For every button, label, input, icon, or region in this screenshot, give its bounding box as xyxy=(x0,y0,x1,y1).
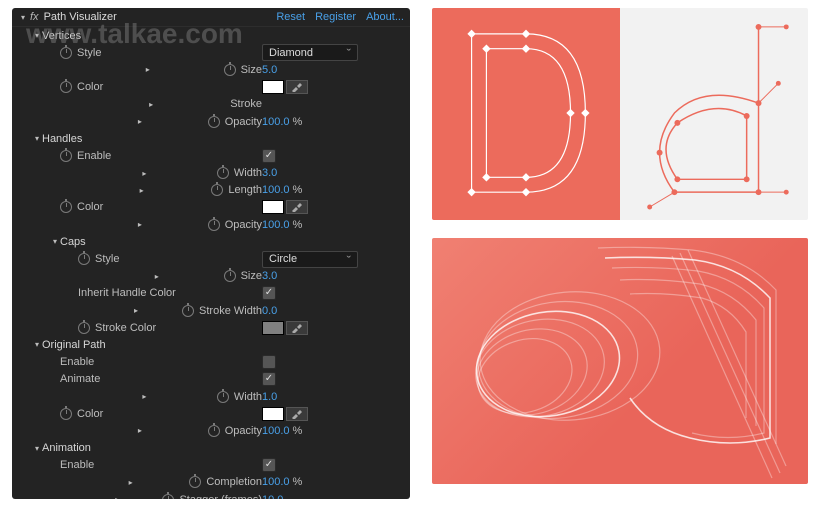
stopwatch-icon[interactable] xyxy=(60,81,72,93)
vertices-style-select[interactable]: Diamond xyxy=(262,44,358,61)
reset-link[interactable]: Reset xyxy=(276,11,305,23)
caps-strokecolor-swatch[interactable] xyxy=(262,321,284,335)
effect-title: Path Visualizer xyxy=(44,11,277,23)
origpath-opacity-value[interactable]: 100.0 xyxy=(262,425,290,437)
vertices-size-value[interactable]: 5.0 xyxy=(262,64,277,76)
eyedropper-icon[interactable] xyxy=(286,80,308,94)
handles-length-value[interactable]: 100.0 xyxy=(262,184,290,196)
eyedropper-icon[interactable] xyxy=(286,200,308,214)
anim-enable-checkbox[interactable] xyxy=(262,458,276,472)
caps-strokewidth-value[interactable]: 0.0 xyxy=(262,305,277,317)
caps-inherit-checkbox[interactable] xyxy=(262,286,276,300)
twirl-size[interactable] xyxy=(72,65,224,75)
stopwatch-icon[interactable] xyxy=(60,47,72,59)
stopwatch-icon[interactable] xyxy=(208,425,220,437)
stopwatch-icon[interactable] xyxy=(60,408,72,420)
caps-style-select[interactable]: Circle xyxy=(262,251,358,268)
origpath-animate-checkbox[interactable] xyxy=(262,372,276,386)
vertices-opacity-value[interactable]: 100.0 xyxy=(262,116,290,128)
anim-completion-value[interactable]: 100.0 xyxy=(262,476,290,488)
caps-size-value[interactable]: 3.0 xyxy=(262,270,277,282)
handles-enable-checkbox[interactable] xyxy=(262,149,276,163)
vertices-label: Vertices xyxy=(42,30,81,42)
twirl-originalpath[interactable] xyxy=(32,340,42,350)
origpath-enable-checkbox[interactable] xyxy=(262,355,276,369)
twirl-vertices[interactable] xyxy=(32,31,42,41)
preview-top xyxy=(432,8,808,220)
stopwatch-icon[interactable] xyxy=(211,184,223,196)
origpath-color-swatch[interactable] xyxy=(262,407,284,421)
twirl-opacity[interactable] xyxy=(72,117,208,127)
stopwatch-icon[interactable] xyxy=(78,253,90,265)
twirl-animation[interactable] xyxy=(32,443,42,453)
stopwatch-icon[interactable] xyxy=(60,201,72,213)
stopwatch-icon[interactable] xyxy=(60,150,72,162)
stopwatch-icon[interactable] xyxy=(189,476,201,488)
preview-bottom xyxy=(432,238,808,484)
twirl-handles[interactable] xyxy=(32,134,42,144)
fx-icon: fx xyxy=(30,11,39,23)
twirl-effect[interactable] xyxy=(18,12,28,22)
twirl-stroke[interactable] xyxy=(72,99,230,109)
effects-panel: www.talkae.com fx Path Visualizer Reset … xyxy=(12,8,410,499)
register-link[interactable]: Register xyxy=(315,11,356,23)
origpath-width-value[interactable]: 1.0 xyxy=(262,391,277,403)
stopwatch-icon[interactable] xyxy=(208,116,220,128)
stopwatch-icon[interactable] xyxy=(78,322,90,334)
handles-color-swatch[interactable] xyxy=(262,200,284,214)
stopwatch-icon[interactable] xyxy=(208,219,220,231)
vertices-color-swatch[interactable] xyxy=(262,80,284,94)
stopwatch-icon[interactable] xyxy=(217,167,229,179)
handles-opacity-value[interactable]: 100.0 xyxy=(262,219,290,231)
stopwatch-icon[interactable] xyxy=(224,270,236,282)
preview-area xyxy=(432,8,808,499)
stopwatch-icon[interactable] xyxy=(182,305,194,317)
eyedropper-icon[interactable] xyxy=(286,407,308,421)
handles-width-value[interactable]: 3.0 xyxy=(262,167,277,179)
twirl-caps[interactable] xyxy=(50,237,60,247)
effect-header: fx Path Visualizer Reset Register About.… xyxy=(12,8,410,27)
eyedropper-icon[interactable] xyxy=(286,321,308,335)
stopwatch-icon[interactable] xyxy=(224,64,236,76)
stopwatch-icon[interactable] xyxy=(162,494,174,499)
stopwatch-icon[interactable] xyxy=(217,391,229,403)
anim-stagger-value[interactable]: 10.0 xyxy=(262,494,283,499)
handles-label: Handles xyxy=(42,133,82,145)
about-link[interactable]: About... xyxy=(366,11,404,23)
